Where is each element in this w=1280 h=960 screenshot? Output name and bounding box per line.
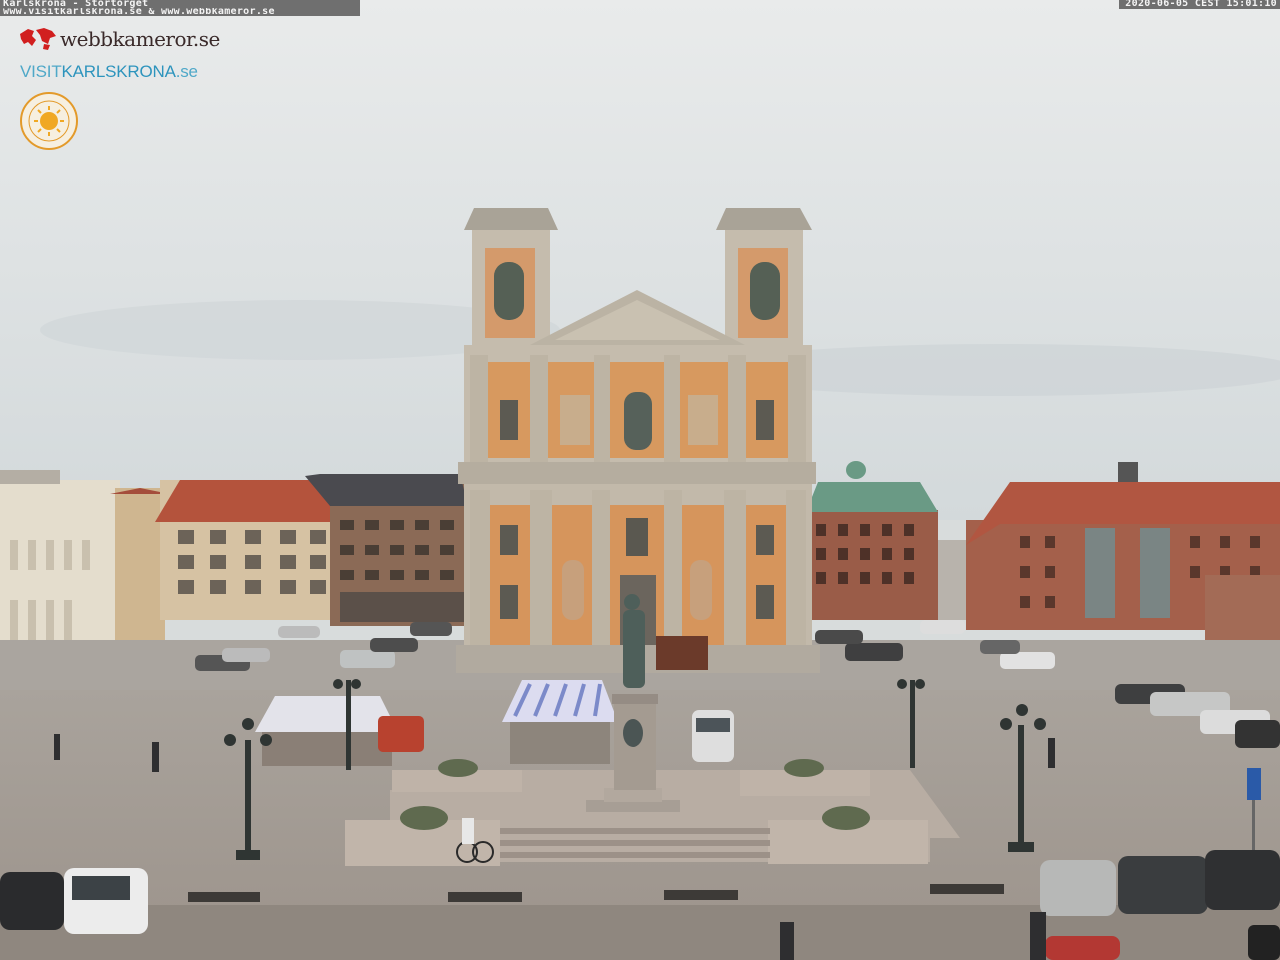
webbkameror-logo[interactable]: webbkameror.se	[18, 26, 220, 52]
camera-title: Karlskrona - Stortorget	[3, 0, 149, 8]
left-buildings	[0, 470, 468, 665]
sunniest-city-seal-icon	[20, 92, 78, 150]
camera-timestamp: 2020-06-05 CEST 15:01:10	[1119, 0, 1280, 9]
visit-suffix: .se	[175, 62, 198, 81]
visit-prefix: VISIT	[20, 62, 62, 81]
camera-urls: www.visitkarlskrona.se & www.webbkameror…	[3, 8, 275, 16]
parking-sign	[1247, 768, 1261, 800]
webcam-scene	[0, 0, 1280, 960]
webbkameror-text: webbkameror.se	[60, 27, 220, 51]
visitkarlskrona-logo[interactable]: VISITKARLSKRONA.se	[20, 62, 198, 82]
right-buildings	[806, 461, 1280, 670]
world-map-icon	[20, 28, 56, 50]
camera-caption: Karlskrona - Stortorget www.visitkarlskr…	[0, 0, 360, 16]
visit-name: KARLSKRONA	[61, 62, 176, 81]
